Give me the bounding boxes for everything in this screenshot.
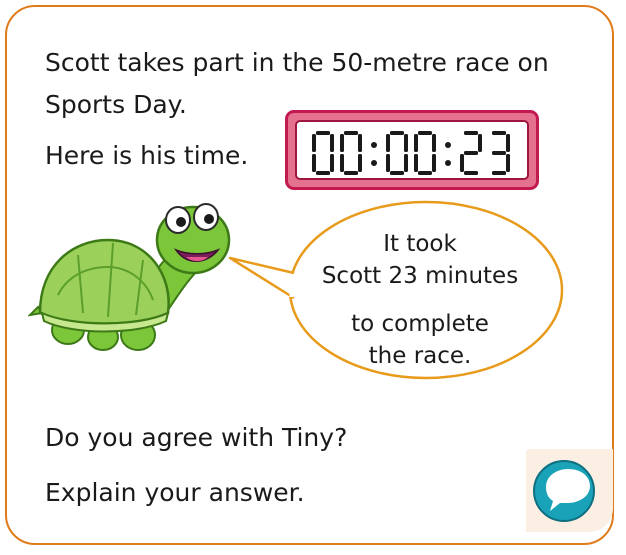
digit-segment	[418, 171, 432, 175]
problem-line-3: Here is his time.	[45, 141, 249, 170]
stopwatch-display	[285, 110, 539, 190]
digit-segment	[464, 131, 478, 135]
digit-segment	[390, 131, 404, 135]
digit-segment	[506, 154, 510, 172]
digit-segment	[464, 151, 478, 155]
digit-segment	[312, 134, 316, 152]
digit-segment	[418, 131, 432, 135]
digit-segment	[340, 134, 344, 152]
digit-segment	[316, 171, 330, 175]
digit-segment	[312, 154, 316, 172]
problem-line-1: Scott takes part in the 50-metre race on	[45, 48, 549, 77]
digit-segment	[386, 154, 390, 172]
digit-segment	[478, 134, 482, 152]
digit-segment	[390, 171, 404, 175]
speech-line-4: the race.	[368, 343, 472, 369]
digit-segment	[492, 131, 506, 135]
speech-line-2: Scott 23 minutes	[321, 263, 519, 289]
digit-segment	[404, 154, 408, 172]
digit-segment	[432, 134, 436, 152]
digit-segment	[404, 134, 408, 152]
turtle-icon	[28, 203, 231, 351]
digit-segment	[432, 154, 436, 172]
question-agree: Do you agree with Tiny?	[45, 423, 348, 452]
digit-segment	[464, 171, 478, 175]
digit-segment	[316, 131, 330, 135]
stopwatch-colon	[371, 160, 377, 166]
digit-segment	[344, 131, 358, 135]
digit-segment	[344, 171, 358, 175]
digit-segment	[492, 151, 506, 155]
digit-segment	[386, 134, 390, 152]
digit-segment	[358, 134, 362, 152]
stopwatch-digits	[312, 131, 510, 175]
digit-segment	[414, 154, 418, 172]
speech-bubble-icon	[533, 460, 595, 522]
problem-line-2: Sports Day.	[45, 90, 187, 119]
speech-line-1: It took	[383, 231, 457, 257]
digit-segment	[460, 154, 464, 172]
stopwatch-colon	[445, 160, 451, 166]
digit-segment	[358, 154, 362, 172]
digit-segment	[506, 134, 510, 152]
digit-segment	[492, 171, 506, 175]
stopwatch-colon	[371, 142, 377, 148]
digit-segment	[330, 134, 334, 152]
digit-segment	[340, 154, 344, 172]
discussion-badge	[526, 449, 613, 532]
stopwatch-colon	[445, 142, 451, 148]
question-explain: Explain your answer.	[45, 478, 305, 507]
speech-line-3: to complete	[351, 311, 489, 337]
digit-segment	[414, 134, 418, 152]
digit-segment	[330, 154, 334, 172]
